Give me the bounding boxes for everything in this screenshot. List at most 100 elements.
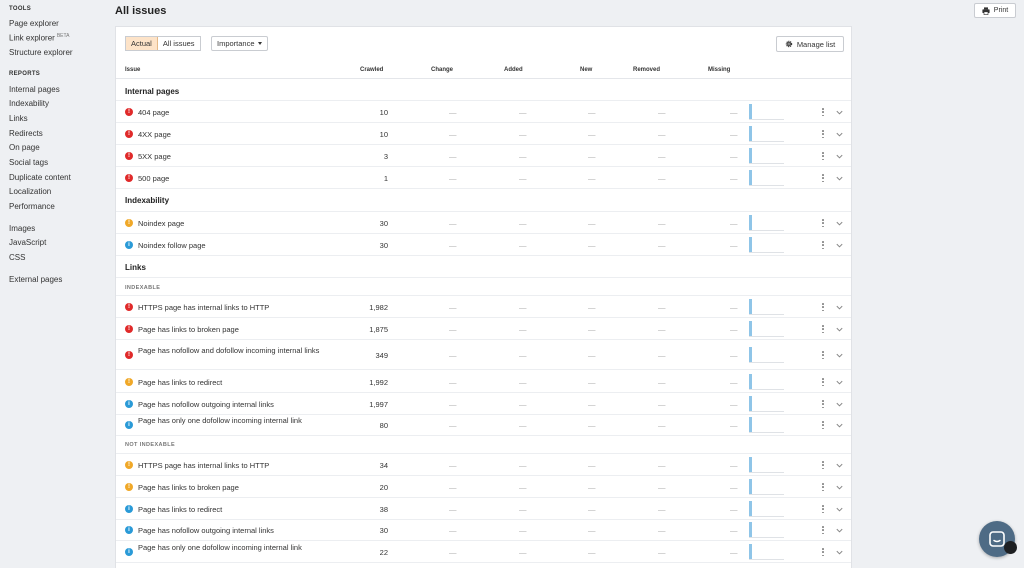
chevron-down-icon[interactable]	[835, 526, 844, 535]
column-removed[interactable]: Removed	[633, 67, 660, 73]
crawled-count[interactable]: 1,875	[336, 325, 388, 334]
sidebar-item-localization[interactable]: Localization	[9, 187, 51, 196]
manage-list-button[interactable]: Manage list	[776, 36, 844, 52]
crawled-count[interactable]: 30	[336, 526, 388, 535]
column-new[interactable]: New	[580, 67, 592, 73]
chevron-down-icon[interactable]	[835, 241, 844, 250]
print-button[interactable]: Print	[974, 3, 1016, 18]
chevron-down-icon[interactable]	[835, 219, 844, 228]
more-options-icon[interactable]	[820, 302, 826, 312]
more-options-icon[interactable]	[820, 399, 826, 409]
chevron-down-icon[interactable]	[835, 303, 844, 312]
crawled-count[interactable]: 1	[336, 174, 388, 183]
sidebar-item-social-tags[interactable]: Social tags	[9, 158, 48, 167]
table-row[interactable]: ! 5XX page 3 — — — — —	[116, 145, 851, 167]
column-change[interactable]: Change	[431, 67, 453, 73]
more-options-icon[interactable]	[820, 151, 826, 161]
crawled-count[interactable]: 80	[336, 421, 388, 430]
table-row[interactable]: i Page has nofollow outgoing internal lin…	[116, 393, 851, 415]
sidebar-item-indexability[interactable]: Indexability	[9, 99, 49, 108]
crawled-count[interactable]: 22	[336, 548, 388, 557]
sidebar-item-external-pages[interactable]: External pages	[9, 275, 62, 284]
table-row[interactable]: i Page has only one dofollow incoming int…	[116, 541, 851, 563]
more-options-icon[interactable]	[820, 350, 826, 360]
sidebar-item-link-explorer[interactable]: Link explorer BETA	[9, 33, 70, 43]
crawled-count[interactable]: 38	[336, 505, 388, 514]
all-issues-filter-button[interactable]: All issues	[158, 37, 200, 50]
more-options-icon[interactable]	[820, 377, 826, 387]
chevron-down-icon[interactable]	[835, 421, 844, 430]
crawled-count[interactable]: 10	[336, 130, 388, 139]
issue-name-link[interactable]: Page has nofollow and dofollow incoming …	[138, 346, 328, 355]
issue-name-link[interactable]: 404 page	[138, 108, 328, 117]
more-options-icon[interactable]	[820, 324, 826, 334]
issue-name-link[interactable]: HTTPS page has internal links to HTTP	[138, 303, 328, 312]
table-row[interactable]: ! Page has links to broken page 20 — — — — —	[116, 476, 851, 498]
chevron-down-icon[interactable]	[835, 548, 844, 557]
sidebar-item-internal-pages[interactable]: Internal pages	[9, 85, 60, 94]
table-row[interactable]: ! 500 page 1 — — — — —	[116, 167, 851, 189]
chevron-down-icon[interactable]	[835, 174, 844, 183]
sidebar-item-links[interactable]: Links	[9, 114, 28, 123]
issue-name-link[interactable]: 5XX page	[138, 152, 328, 161]
chevron-down-icon[interactable]	[835, 325, 844, 334]
more-options-icon[interactable]	[820, 504, 826, 514]
chevron-down-icon[interactable]	[835, 130, 844, 139]
more-options-icon[interactable]	[820, 218, 826, 228]
issue-name-link[interactable]: Noindex page	[138, 219, 328, 228]
table-row[interactable]: ! HTTPS page has internal links to HTTP 1,…	[116, 296, 851, 318]
more-options-icon[interactable]	[820, 547, 826, 557]
sidebar-item-duplicate-content[interactable]: Duplicate content	[9, 173, 71, 182]
sidebar-item-javascript[interactable]: JavaScript	[9, 238, 46, 247]
more-options-icon[interactable]	[820, 420, 826, 430]
column-missing[interactable]: Missing	[708, 67, 730, 73]
table-row[interactable]: i Page has only one dofollow incoming int…	[116, 414, 851, 436]
issue-name-link[interactable]: Page has nofollow outgoing internal link…	[138, 400, 328, 409]
crawled-count[interactable]: 1,997	[336, 400, 388, 409]
chevron-down-icon[interactable]	[835, 461, 844, 470]
table-row[interactable]: ! Noindex page 30 — — — — —	[116, 212, 851, 234]
more-options-icon[interactable]	[820, 129, 826, 139]
column-crawled[interactable]: Crawled	[360, 67, 383, 73]
chevron-down-icon[interactable]	[835, 505, 844, 514]
issue-name-link[interactable]: 4XX page	[138, 130, 328, 139]
issue-name-link[interactable]: Page has links to broken page	[138, 483, 328, 492]
table-row[interactable]: ! Page has links to redirect 1,992 — — — — —	[116, 371, 851, 393]
more-options-icon[interactable]	[820, 240, 826, 250]
sidebar-item-page-explorer[interactable]: Page explorer	[9, 19, 59, 28]
sidebar-item-css[interactable]: CSS	[9, 253, 25, 262]
issue-name-link[interactable]: Page has links to redirect	[138, 505, 328, 514]
issue-name-link[interactable]: Page has only one dofollow incoming inte…	[138, 416, 328, 425]
more-options-icon[interactable]	[820, 173, 826, 183]
crawled-count[interactable]: 34	[336, 461, 388, 470]
issue-name-link[interactable]: Page has nofollow outgoing internal link…	[138, 526, 328, 535]
more-options-icon[interactable]	[820, 107, 826, 117]
crawled-count[interactable]: 30	[336, 241, 388, 250]
table-row[interactable]: ! HTTPS page has internal links to HTTP 34…	[116, 454, 851, 476]
more-options-icon[interactable]	[820, 482, 826, 492]
table-row[interactable]: i Page has nofollow outgoing internal lin…	[116, 519, 851, 541]
sidebar-item-performance[interactable]: Performance	[9, 202, 55, 211]
crawled-count[interactable]: 349	[336, 351, 388, 360]
more-options-icon[interactable]	[820, 525, 826, 535]
chevron-down-icon[interactable]	[835, 152, 844, 161]
issue-name-link[interactable]: HTTPS page has internal links to HTTP	[138, 461, 328, 470]
chevron-down-icon[interactable]	[835, 483, 844, 492]
importance-dropdown[interactable]: Importance	[211, 36, 268, 51]
table-row[interactable]: ! 4XX page 10 — — — — —	[116, 123, 851, 145]
crawled-count[interactable]: 10	[336, 108, 388, 117]
table-row[interactable]: ! 404 page 10 — — — — —	[116, 101, 851, 123]
issue-name-link[interactable]: Page has links to broken page	[138, 325, 328, 334]
actual-filter-button[interactable]: Actual	[126, 37, 158, 50]
sidebar-item-on-page[interactable]: On page	[9, 143, 40, 152]
crawled-count[interactable]: 1,982	[336, 303, 388, 312]
issue-name-link[interactable]: Page has links to redirect	[138, 378, 328, 387]
sidebar-item-redirects[interactable]: Redirects	[9, 129, 43, 138]
issue-name-link[interactable]: 500 page	[138, 174, 328, 183]
sidebar-item-images[interactable]: Images	[9, 224, 35, 233]
table-row[interactable]: i Page has links to redirect 38 — — — — —	[116, 498, 851, 520]
more-options-icon[interactable]	[820, 460, 826, 470]
chevron-down-icon[interactable]	[835, 351, 844, 360]
column-issue[interactable]: Issue	[125, 67, 140, 73]
column-added[interactable]: Added	[504, 67, 523, 73]
